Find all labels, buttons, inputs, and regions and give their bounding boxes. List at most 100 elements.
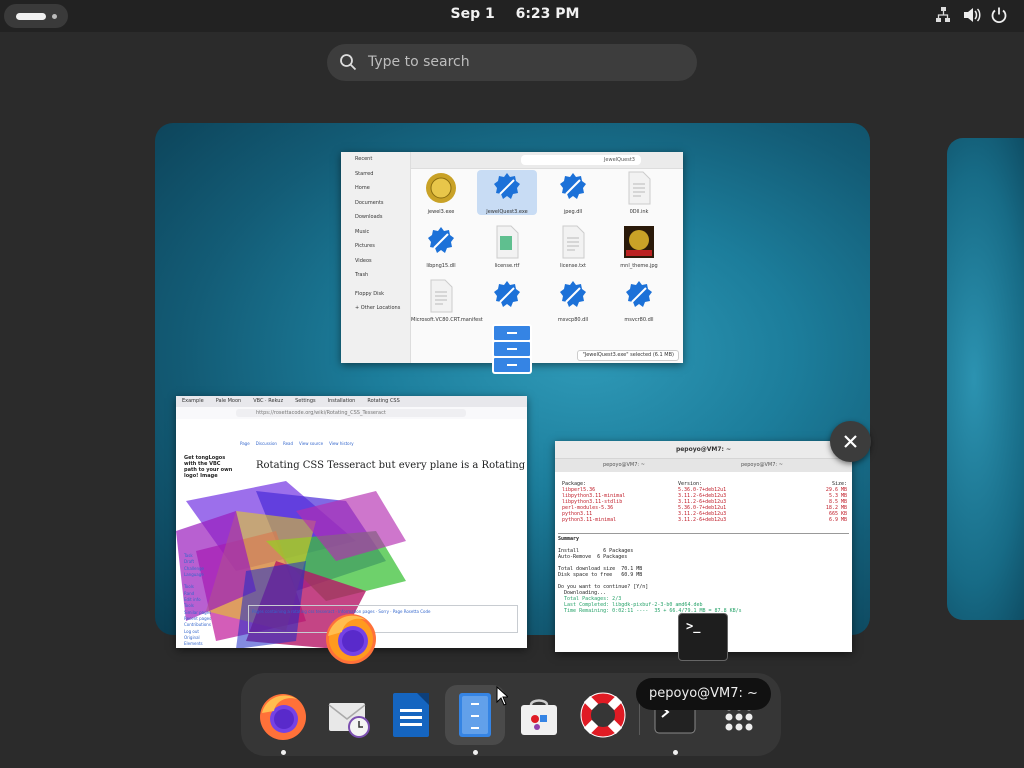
workspace-thumbnail-next[interactable] (947, 138, 1024, 620)
file-item[interactable]: Microsoft.VC80.CRT.manifest (411, 278, 483, 323)
power-icon[interactable] (990, 6, 1010, 26)
file-item[interactable]: license.txt (543, 224, 603, 269)
file-item[interactable]: JewelQuest3.exe (477, 170, 537, 215)
close-window-button[interactable] (830, 421, 871, 462)
dock-help[interactable] (573, 685, 633, 745)
file-item[interactable]: msvcp80.dll (543, 278, 603, 323)
workspace-indicator-inactive (52, 14, 57, 19)
firefox-tab[interactable]: Pale Moon (210, 396, 248, 406)
files-sidebar-item[interactable]: Downloads (341, 210, 410, 225)
terminal-tab-2: pepoyo@VM7: ~ (741, 462, 783, 468)
firefox-tab[interactable]: Settings (289, 396, 322, 406)
files-sidebar-item[interactable]: Home (341, 181, 410, 196)
terminal-title: pepoyo@VM7: ~ (555, 441, 852, 459)
firefox-tab[interactable]: VBC · Rekuz (247, 396, 289, 406)
wiki-categories-box: Pages containing a rotating css tesserac… (248, 605, 518, 633)
file-item-label: jpeg.dll (563, 209, 583, 215)
close-icon (844, 435, 857, 448)
software-bag-icon (521, 699, 557, 735)
file-item-label: Microsoft.VC80.CRT.manifest (411, 317, 483, 323)
files-sidebar-item[interactable]: Music (341, 225, 410, 240)
file-item-label: 0Dll.ink (629, 209, 649, 215)
terminal-output: Package: Version: Size: libperl5.36 5.36.0-7… (558, 481, 849, 614)
network-icon[interactable] (934, 6, 954, 26)
files-sidebar-item[interactable]: + Other Locations (341, 301, 410, 316)
wine-gear-icon (490, 170, 524, 206)
wiki-sidebar-link[interactable]: Elements (184, 641, 234, 647)
terminal-text: python3.11-minimal (562, 517, 617, 523)
file-item[interactable]: libpng15.dll (411, 224, 471, 269)
dock-evolution[interactable] (319, 685, 379, 745)
cursor-icon (496, 686, 508, 706)
file-item[interactable]: license.rtf (477, 224, 537, 269)
files-status: "JewelQuest3.exe" selected (6.1 MB) (577, 350, 679, 361)
rtf-icon (490, 224, 524, 260)
document-icon (622, 170, 656, 206)
wiki-tab[interactable]: View source (299, 441, 323, 446)
dock-software[interactable] (509, 685, 569, 745)
file-item-label: msvcp80.dll (557, 317, 589, 323)
image-icon (622, 224, 656, 260)
wiki-tab[interactable]: Page (240, 441, 250, 446)
workspace-indicator-active (16, 13, 46, 20)
file-item[interactable]: 0Dll.ink (609, 170, 669, 215)
file-item-label: jewel3.exe (427, 209, 455, 215)
file-item-label: mnl_theme.jpg (620, 263, 658, 269)
file-item-label: JewelQuest3.exe (486, 209, 528, 215)
dock-firefox[interactable] (253, 685, 313, 755)
file-item[interactable]: msvcr80.dll (609, 278, 669, 323)
files-sidebar-item[interactable]: Floppy Disk (341, 287, 410, 302)
mail-clock-icon (328, 703, 370, 738)
wiki-tab[interactable]: View history (329, 441, 354, 446)
clock-date: Sep 1 (450, 6, 495, 22)
files-sidebar-item[interactable]: Videos (341, 254, 410, 269)
activities-button[interactable] (4, 4, 68, 28)
clock[interactable]: Sep 1 6:23 PM (440, 6, 590, 22)
firefox-tab[interactable]: Installation (322, 396, 362, 406)
search-entry[interactable]: Type to search (327, 44, 697, 81)
terminal-line: python3.11-minimal 3.11.2-6+deb12u3 6.9 MB (558, 517, 849, 523)
lifebuoy-icon (580, 692, 626, 738)
file-item[interactable]: mnl_theme.jpg (609, 224, 669, 269)
firefox-icon (260, 694, 306, 740)
wine-gear-icon (622, 278, 656, 314)
volume-icon[interactable] (962, 6, 982, 26)
files-sidebar-item[interactable]: Recent (341, 152, 410, 167)
search-placeholder: Type to search (368, 54, 470, 70)
dock-tooltip: pepoyo@VM7: ~ (636, 678, 771, 710)
file-item[interactable] (477, 278, 537, 317)
wiki-tab[interactable]: Discussion (256, 441, 277, 446)
file-item[interactable]: jewel3.exe (411, 170, 471, 215)
wiki-sidebar-links: Task Draft Challenge Language Tools Rand Edit … (184, 553, 234, 647)
document-writer-icon (393, 693, 429, 737)
terminal-tab-1: pepoyo@VM7: ~ (603, 462, 645, 468)
document-icon (556, 224, 590, 260)
files-headerbar: JewelQuest3 (411, 152, 683, 169)
terminal-prompt-glyph: >_ (686, 619, 701, 633)
files-sidebar-item[interactable]: Documents (341, 196, 410, 211)
terminal-text: 6.9 MB (828, 517, 847, 523)
files-sidebar-item[interactable]: Trash (341, 268, 410, 283)
firefox-tab[interactable]: Example (176, 396, 210, 406)
document-icon (424, 278, 458, 314)
files-sidebar: Recent Starred Home Documents Downloads Music… (341, 152, 411, 363)
firefox-url-bar: https://rosettacode.org/wiki/Rotating_CS… (236, 409, 466, 417)
file-item-label: msvcr80.dll (624, 317, 654, 323)
file-item-label: license.rtf (494, 263, 520, 269)
wiki-page-title: Rotating CSS Tesseract but every plane i… (256, 460, 527, 471)
firefox-tab[interactable]: Rotating CSS (361, 396, 405, 406)
search-icon (340, 54, 357, 71)
coin-icon (424, 170, 458, 206)
wiki-page-tabs: Page Discussion Read View source View histor… (240, 441, 360, 446)
running-indicator (673, 750, 678, 755)
files-sidebar-item[interactable]: Starred (341, 167, 410, 182)
top-bar: Sep 1 6:23 PM (0, 0, 1024, 32)
wiki-tab[interactable]: Read (283, 441, 293, 446)
files-sidebar-item[interactable]: Pictures (341, 239, 410, 254)
file-item-label: libpng15.dll (426, 263, 456, 269)
dock-writer[interactable] (381, 685, 441, 745)
file-item[interactable]: jpeg.dll (543, 170, 603, 215)
terminal-tabs: pepoyo@VM7: ~ pepoyo@VM7: ~ (555, 459, 852, 472)
running-indicator (473, 750, 478, 755)
file-cabinet-icon (490, 322, 534, 376)
